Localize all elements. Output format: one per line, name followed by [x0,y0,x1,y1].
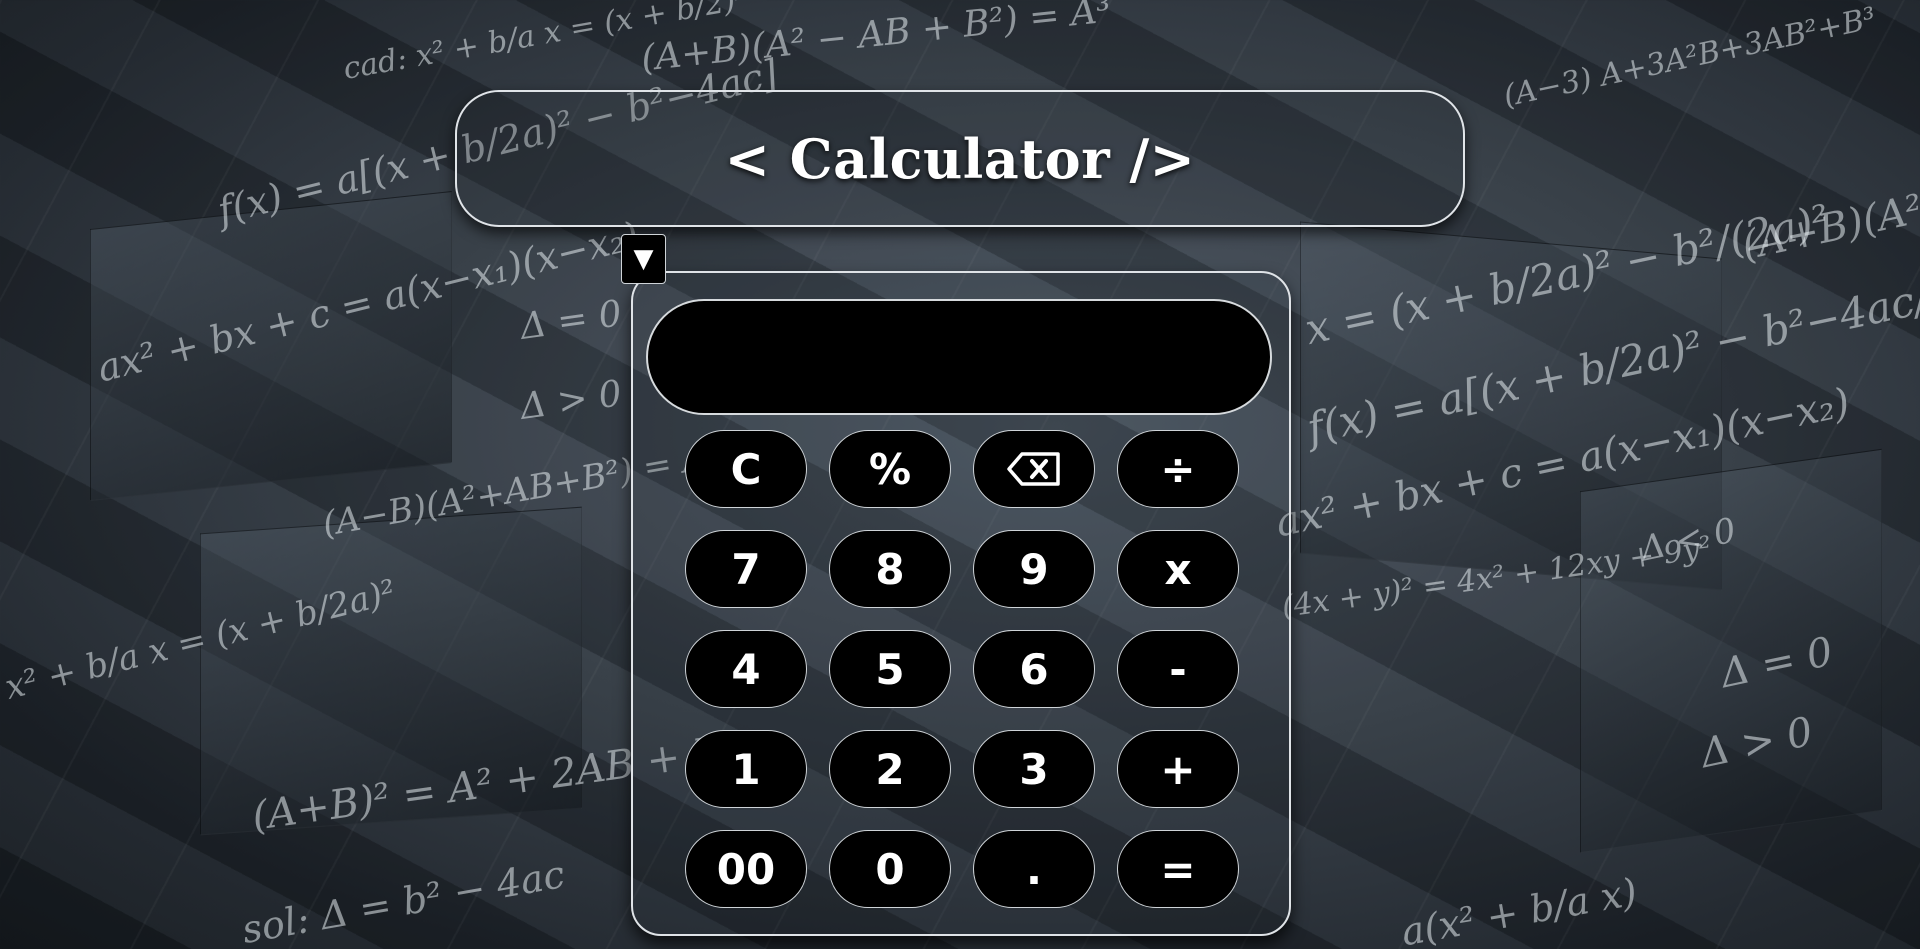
add-button[interactable]: + [1117,730,1239,808]
one-button[interactable]: 1 [685,730,807,808]
app-header: < Calculator /> [455,90,1465,227]
multiply-button[interactable]: x [1117,530,1239,608]
collapse-toggle-button[interactable]: ▼ [621,234,666,284]
background-block [1580,448,1882,854]
calculator-display [646,299,1272,415]
page-title: < Calculator /> [724,126,1196,191]
background-block [200,506,582,836]
seven-button[interactable]: 7 [685,530,807,608]
background-math-scrawl: Δ > 0 [1696,708,1817,778]
background-math-scrawl: Δ < 0 [1636,510,1740,570]
background-math-scrawl: Δ = 0 [1716,628,1837,698]
zero-button[interactable]: 0 [829,830,951,908]
background-math-scrawl: Δ = 0 [517,293,625,348]
subtract-button[interactable]: - [1117,630,1239,708]
background-math-scrawl: f(x) = a[(x + b/2a)² − b²−4ac/4a²] [1302,255,1920,454]
background-math-scrawl: (A+B)(A² − [1737,177,1920,270]
two-button[interactable]: 2 [829,730,951,808]
equals-button[interactable]: = [1117,830,1239,908]
three-button[interactable]: 3 [973,730,1095,808]
five-button[interactable]: 5 [829,630,951,708]
background-math-scrawl: sol: Δ = b² − 4ac [238,851,568,949]
nine-button[interactable]: 9 [973,530,1095,608]
background-block [90,190,452,502]
decimal-button[interactable]: . [973,830,1095,908]
four-button[interactable]: 4 [685,630,807,708]
triangle-down-icon: ▼ [633,244,654,274]
backspace-icon [1007,452,1060,486]
clear-button[interactable]: C [685,430,807,508]
backspace-button[interactable] [973,430,1095,508]
divide-button[interactable]: ÷ [1117,430,1239,508]
keypad: C % ÷ 7 8 9 x 4 5 6 - 1 2 3 + 00 0 . = [685,430,1239,908]
double-zero-button[interactable]: 00 [685,830,807,908]
background-math-scrawl: x² + b/a x = (x + b/2a)² [1,572,400,708]
background-math-scrawl: ax² + bx + c = a(x−x₁)(x−x₂) [92,213,644,391]
calculator-panel: C % ÷ 7 8 9 x 4 5 6 - 1 2 3 + 00 0 . = [631,271,1291,936]
background-math-scrawl: (A−3) A+3A²B+3AB²+B³ [1500,0,1880,115]
percent-button[interactable]: % [829,430,951,508]
background-math-scrawl: Δ > 0 [517,373,625,428]
background-math-scrawl: ax² + bx + c = a(x−x₁)(x−x₂) [1271,379,1854,547]
six-button[interactable]: 6 [973,630,1095,708]
background-math-scrawl: (4x + y)² = 4x² + 12xy + 9y² [1279,530,1714,625]
background-math-scrawl: cad: x² + b/a x = (x + b/2)² − b² [340,0,825,87]
background-math-scrawl: a(x² + b/a x) [1397,869,1641,949]
background-block [1300,221,1722,591]
background-math-scrawl: (A+B)(A² − AB + B²) = A³ [639,0,1114,80]
eight-button[interactable]: 8 [829,530,951,608]
